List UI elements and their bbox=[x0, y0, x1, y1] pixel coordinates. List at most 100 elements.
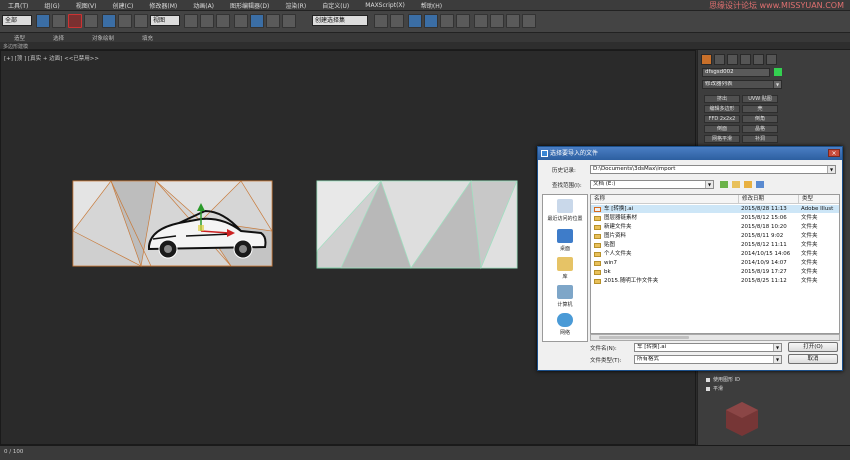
place-network[interactable]: 网络 bbox=[543, 313, 587, 336]
menu-item[interactable]: 渲染(R) bbox=[277, 1, 314, 10]
close-button[interactable]: × bbox=[828, 149, 840, 157]
modifier-button[interactable]: 网格平滑 bbox=[704, 135, 740, 143]
select-manipulate-icon[interactable] bbox=[200, 14, 214, 28]
view-menu-icon[interactable] bbox=[756, 181, 764, 188]
window-crossing-icon[interactable] bbox=[84, 14, 98, 28]
new-folder-icon[interactable] bbox=[744, 181, 752, 188]
desktop-icon bbox=[557, 229, 573, 243]
filename-input[interactable]: 车 [转换].ai ▼ bbox=[634, 343, 782, 352]
selection-filter-dropdown[interactable]: 全部 bbox=[2, 15, 32, 26]
align-icon[interactable] bbox=[390, 14, 404, 28]
modifier-button[interactable]: 补洞 bbox=[742, 135, 778, 143]
menu-item[interactable]: 修改器(M) bbox=[141, 1, 185, 10]
angle-snap-icon[interactable] bbox=[250, 14, 264, 28]
display-tab-icon[interactable] bbox=[753, 54, 764, 65]
utilities-tab-icon[interactable] bbox=[766, 54, 777, 65]
scene-explorer-icon[interactable] bbox=[424, 14, 438, 28]
modifier-button[interactable]: 倒角 bbox=[742, 115, 778, 123]
create-tab-icon[interactable] bbox=[701, 54, 712, 65]
place-computer[interactable]: 计算机 bbox=[543, 285, 587, 308]
modifier-list-dropdown[interactable]: 修改器列表 ▼ bbox=[702, 80, 782, 89]
column-header-name[interactable]: 名称 bbox=[591, 195, 739, 204]
layer-manager-icon[interactable] bbox=[408, 14, 422, 28]
menu-item[interactable]: 工具(T) bbox=[0, 1, 36, 10]
select-by-name-icon[interactable] bbox=[52, 14, 66, 28]
file-row[interactable]: 个人文件夹 2014/10/15 14:06 文件夹 bbox=[591, 250, 839, 258]
place-recent[interactable]: 最近访问的位置 bbox=[543, 199, 587, 222]
mirror-icon[interactable] bbox=[374, 14, 388, 28]
recent-places-icon bbox=[557, 199, 573, 213]
scrollbar-thumb[interactable] bbox=[599, 336, 689, 339]
history-dropdown[interactable]: D:\Documents\3dsMax\import ▼ bbox=[590, 165, 836, 174]
cancel-button[interactable]: 取消 bbox=[788, 354, 838, 364]
use-shape-id-checkbox[interactable] bbox=[706, 378, 710, 382]
select-object-icon[interactable] bbox=[36, 14, 50, 28]
modifier-button[interactable]: 壳 bbox=[742, 105, 778, 113]
horizontal-scrollbar[interactable] bbox=[590, 334, 840, 341]
menu-item[interactable]: 图形编辑器(D) bbox=[222, 1, 277, 10]
modifier-button[interactable]: 编辑多边形 bbox=[704, 105, 740, 113]
curve-editor-icon[interactable] bbox=[440, 14, 454, 28]
rect-selection-icon[interactable] bbox=[68, 14, 82, 28]
menu-item[interactable]: MAXScript(X) bbox=[357, 2, 413, 9]
smooth-checkbox[interactable] bbox=[706, 387, 710, 391]
object-name-field[interactable]: dfsgsd002 bbox=[702, 68, 770, 77]
scale-icon[interactable] bbox=[134, 14, 148, 28]
menu-item[interactable]: 创建(C) bbox=[105, 1, 142, 10]
file-row[interactable]: bk 2015/8/19 17:27 文件夹 bbox=[591, 268, 839, 276]
ribbon-tab[interactable]: 填充 bbox=[128, 34, 167, 42]
object-color-swatch[interactable] bbox=[774, 68, 782, 76]
file-row[interactable]: 贴图 2015/8/12 11:11 文件夹 bbox=[591, 241, 839, 249]
modifier-button[interactable]: 挤出 bbox=[704, 95, 740, 103]
named-selection-dropdown[interactable]: 创建选择集 bbox=[312, 15, 368, 26]
ribbon-tab[interactable]: 对象绘制 bbox=[78, 34, 128, 42]
file-list[interactable]: 名称 修改日期 类型 车 [转换].ai 2015/8/28 11:13 Adobe… bbox=[590, 194, 840, 334]
schematic-view-icon[interactable] bbox=[456, 14, 470, 28]
modifier-button[interactable]: FFD 2x2x2 bbox=[704, 115, 740, 123]
modify-tab-icon[interactable] bbox=[714, 54, 725, 65]
column-header-type[interactable]: 类型 bbox=[799, 195, 839, 204]
move-icon[interactable] bbox=[102, 14, 116, 28]
keyboard-shortcut-icon[interactable] bbox=[216, 14, 230, 28]
modifier-button[interactable]: 倒面 bbox=[704, 125, 740, 133]
menu-item[interactable]: 帮助(H) bbox=[413, 1, 450, 10]
rotate-icon[interactable] bbox=[118, 14, 132, 28]
menu-item[interactable]: 组(G) bbox=[36, 1, 67, 10]
file-row[interactable]: 2015.随明工作文件夹 2015/8/25 11:12 文件夹 bbox=[591, 277, 839, 285]
up-folder-icon[interactable] bbox=[732, 181, 740, 188]
filetype-dropdown[interactable]: 所有格式 ▼ bbox=[634, 355, 782, 364]
ribbon-tab[interactable]: 造型 bbox=[0, 34, 39, 42]
material-editor-icon[interactable] bbox=[474, 14, 488, 28]
snap-icon[interactable] bbox=[234, 14, 248, 28]
menu-item[interactable]: 自定义(U) bbox=[314, 1, 357, 10]
menu-item[interactable]: 视图(V) bbox=[68, 1, 105, 10]
file-row[interactable]: 图层器链素材 2015/8/12 15:06 文件夹 bbox=[591, 214, 839, 222]
file-row[interactable]: 图片资料 2015/8/11 9:02 文件夹 bbox=[591, 232, 839, 240]
watermark-logo-icon bbox=[726, 402, 758, 436]
menu-item[interactable]: 动画(A) bbox=[185, 1, 222, 10]
timeline[interactable]: 0 / 100 bbox=[0, 445, 850, 460]
column-header-date[interactable]: 修改日期 bbox=[739, 195, 799, 204]
pivot-icon[interactable] bbox=[184, 14, 198, 28]
render-setup-icon[interactable] bbox=[490, 14, 504, 28]
place-desktop[interactable]: 桌面 bbox=[543, 229, 587, 252]
back-icon[interactable] bbox=[720, 181, 728, 188]
hierarchy-tab-icon[interactable] bbox=[727, 54, 738, 65]
place-libraries[interactable]: 库 bbox=[543, 257, 587, 280]
modifier-button[interactable]: 晶格 bbox=[742, 125, 778, 133]
file-row[interactable]: 新建文件夹 2015/8/18 10:20 文件夹 bbox=[591, 223, 839, 231]
file-row[interactable]: win7 2014/10/9 14:07 文件夹 bbox=[591, 259, 839, 267]
percent-snap-icon[interactable] bbox=[266, 14, 280, 28]
modifier-button[interactable]: UVW 贴图 bbox=[742, 95, 778, 103]
reference-coord-dropdown[interactable]: 视图 bbox=[150, 15, 180, 26]
ribbon-panel: 多边形建模 bbox=[0, 42, 850, 50]
libraries-icon bbox=[557, 257, 573, 271]
lookin-dropdown[interactable]: 文档 (E:) ▼ bbox=[590, 180, 714, 189]
file-row[interactable]: 车 [转换].ai 2015/8/28 11:13 Adobe Illust bbox=[591, 205, 839, 214]
rendered-frame-icon[interactable] bbox=[506, 14, 520, 28]
ribbon-tab[interactable]: 选择 bbox=[39, 34, 78, 42]
open-button[interactable]: 打开(O) bbox=[788, 342, 838, 352]
spinner-snap-icon[interactable] bbox=[282, 14, 296, 28]
motion-tab-icon[interactable] bbox=[740, 54, 751, 65]
render-icon[interactable] bbox=[522, 14, 536, 28]
